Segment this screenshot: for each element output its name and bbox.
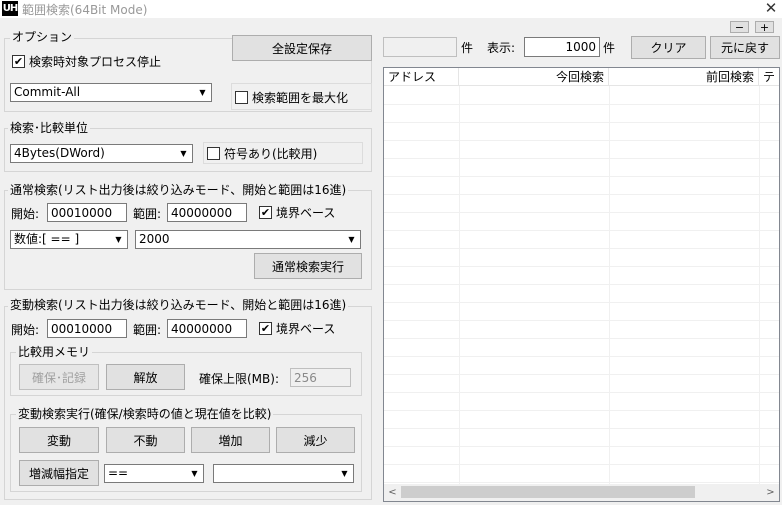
stop-process-label: 検索時対象プロセス停止: [29, 55, 162, 69]
grid-row-line: [384, 446, 779, 447]
reserve-record-button[interactable]: 確保･記録: [19, 364, 99, 390]
normal-value-select[interactable]: 2000 ▼: [135, 230, 361, 249]
horizontal-scrollbar[interactable]: < >: [384, 484, 779, 501]
clear-button[interactable]: クリア: [631, 36, 706, 59]
grid-row-line: [384, 302, 779, 303]
variable-range-label: 範囲:: [133, 323, 162, 337]
variable-boundary-checkbox[interactable]: ✔: [259, 322, 272, 335]
grid-row-line: [384, 176, 779, 177]
maximize-range-label: 検索範囲を最大化: [252, 91, 349, 105]
increased-button[interactable]: 増加: [191, 427, 270, 453]
variable-exec-group-label: 変動検索実行(確保/検索時の値と現在値を比較): [16, 407, 274, 421]
delta-operator-value: ==: [108, 466, 129, 480]
result-count-field: [383, 37, 457, 57]
grid-row-line: [384, 122, 779, 123]
decreased-button[interactable]: 減少: [276, 427, 355, 453]
grid-row-line: [384, 410, 779, 411]
grid-divider: [609, 86, 610, 484]
unchanged-button[interactable]: 不動: [106, 427, 185, 453]
unit-type-value: 4Bytes(DWord): [14, 146, 105, 160]
restore-button[interactable]: 元に戻す: [710, 36, 780, 59]
variable-boundary-label: 境界ベース: [276, 322, 336, 336]
normal-start-input[interactable]: 00010000: [47, 203, 127, 222]
display-count-unit: 件: [603, 41, 616, 55]
grid-row-line: [384, 338, 779, 339]
window-title: 範囲検索(64Bit Mode): [22, 3, 148, 17]
grid-row-line: [384, 392, 779, 393]
chevron-down-icon: ▼: [337, 466, 352, 481]
grid-row-line: [384, 140, 779, 141]
column-header-current[interactable]: 今回検索: [459, 68, 609, 86]
chevron-down-icon: ▼: [111, 232, 126, 247]
display-label: 表示:: [487, 41, 516, 55]
delta-spec-button[interactable]: 増減幅指定: [19, 460, 99, 486]
variable-search-group-label: 変動検索(リスト出力後は絞り込みモード、開始と範囲は16進): [8, 298, 349, 312]
grid-divider: [459, 86, 460, 484]
chevron-down-icon: ▼: [187, 466, 202, 481]
grid-row-line: [384, 212, 779, 213]
normal-condition-value: 数値:[ == ]: [14, 232, 80, 246]
signed-label: 符号あり(比較用): [224, 147, 318, 161]
normal-value-text: 2000: [139, 232, 170, 246]
normal-range-input[interactable]: 40000000: [167, 203, 247, 222]
scroll-right-icon[interactable]: >: [762, 484, 779, 501]
normal-search-run-button[interactable]: 通常検索実行: [254, 253, 362, 279]
minus-button[interactable]: −: [730, 21, 749, 34]
grid-row-line: [384, 320, 779, 321]
app-icon: UH: [2, 1, 18, 16]
scroll-thumb[interactable]: [401, 486, 695, 498]
unit-group-label: 検索･比較単位: [8, 121, 91, 135]
normal-boundary-checkbox[interactable]: ✔: [259, 206, 272, 219]
memory-type-select[interactable]: Commit-All ▼: [10, 83, 212, 102]
unit-type-select[interactable]: 4Bytes(DWord) ▼: [10, 144, 193, 163]
close-icon[interactable]: ✕: [762, 0, 780, 17]
stop-process-checkbox[interactable]: ✔: [12, 55, 25, 68]
column-header-previous[interactable]: 前回検索: [609, 68, 759, 86]
reserve-limit-input[interactable]: 256: [290, 368, 351, 387]
normal-range-label: 範囲:: [133, 207, 162, 221]
memory-type-value: Commit-All: [14, 85, 81, 99]
grid-row-line: [384, 482, 779, 483]
grid-row-line: [384, 374, 779, 375]
grid-row-line: [384, 194, 779, 195]
maximize-range-checkbox[interactable]: [235, 91, 248, 104]
reserve-limit-label: 確保上限(MB):: [199, 372, 279, 386]
grid-row-line: [384, 428, 779, 429]
grid-row-line: [384, 104, 779, 105]
column-header-address[interactable]: アドレス: [384, 68, 459, 86]
plus-button[interactable]: +: [755, 21, 774, 34]
signed-checkbox[interactable]: [207, 147, 220, 160]
display-count-input[interactable]: 1000: [524, 37, 600, 57]
grid-divider: [759, 86, 760, 484]
normal-search-group-label: 通常検索(リスト出力後は絞り込みモード、開始と範囲は16進): [8, 183, 349, 197]
normal-condition-select[interactable]: 数値:[ == ] ▼: [10, 230, 128, 249]
options-group-label: オプション: [10, 30, 75, 44]
changed-button[interactable]: 変動: [19, 427, 99, 453]
delta-operator-select[interactable]: == ▼: [104, 464, 204, 483]
grid-row-line: [384, 230, 779, 231]
chevron-down-icon: ▼: [344, 232, 359, 247]
grid-row-line: [384, 158, 779, 159]
chevron-down-icon: ▼: [176, 146, 191, 161]
chevron-down-icon: ▼: [195, 85, 210, 100]
variable-start-label: 開始:: [11, 323, 40, 337]
grid-row-line: [384, 284, 779, 285]
variable-start-input[interactable]: 00010000: [47, 319, 127, 338]
grid-row-line: [384, 266, 779, 267]
normal-start-label: 開始:: [11, 207, 40, 221]
save-all-settings-button[interactable]: 全設定保存: [232, 35, 372, 61]
result-count-unit: 件: [461, 41, 474, 55]
grid-row-line: [384, 248, 779, 249]
title-bar: UH 範囲検索(64Bit Mode) ✕: [0, 0, 782, 18]
grid-row-line: [384, 464, 779, 465]
delta-value-select[interactable]: ▼: [213, 464, 354, 483]
compare-memory-group-label: 比較用メモリ: [16, 345, 93, 359]
results-list[interactable]: アドレス 今回検索 前回検索 テ < >: [383, 67, 780, 502]
column-header-extra[interactable]: テ: [759, 68, 779, 86]
scroll-left-icon[interactable]: <: [384, 484, 401, 501]
normal-boundary-label: 境界ベース: [276, 206, 336, 220]
release-button[interactable]: 解放: [106, 364, 185, 390]
grid-row-line: [384, 356, 779, 357]
variable-range-input[interactable]: 40000000: [167, 319, 247, 338]
